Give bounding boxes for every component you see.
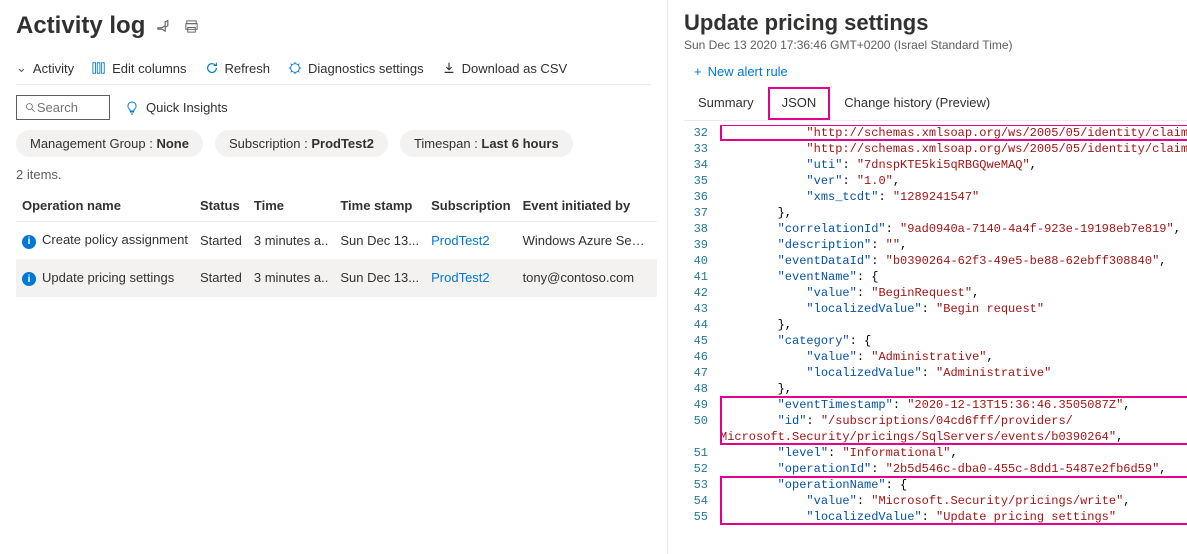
detail-title: Update pricing settings [684, 10, 1187, 36]
activity-dropdown[interactable]: ⌄Activity [16, 60, 74, 76]
quick-insights-button[interactable]: Quick Insights [124, 100, 228, 116]
page-title: Activity log [16, 12, 145, 40]
tab-json[interactable]: JSON [768, 87, 831, 120]
activity-table: Operation name Status Time Time stamp Su… [16, 190, 657, 297]
info-icon: i [22, 235, 36, 249]
download-csv-button[interactable]: Download as CSV [442, 61, 568, 76]
new-alert-rule-button[interactable]: +New alert rule [694, 64, 1187, 79]
refresh-button[interactable]: Refresh [205, 61, 271, 76]
search-input[interactable] [16, 95, 110, 120]
chip-management-group[interactable]: Management Group : None [16, 130, 203, 157]
plus-icon: + [694, 64, 702, 79]
edit-columns-button[interactable]: Edit columns [92, 61, 186, 76]
toolbar: ⌄Activity Edit columns Refresh Diagnosti… [16, 52, 651, 85]
tab-change-history[interactable]: Change history (Preview) [830, 87, 1004, 120]
diagnostics-button[interactable]: Diagnostics settings [288, 61, 424, 76]
json-viewer[interactable]: 32 "http://schemas.xmlsoap.org/ws/2005/0… [684, 125, 1187, 525]
item-count: 2 items. [16, 167, 651, 182]
table-row[interactable]: iUpdate pricing settings Started 3 minut… [16, 259, 657, 297]
info-icon: i [22, 272, 36, 286]
detail-timestamp: Sun Dec 13 2020 17:36:46 GMT+0200 (Israe… [684, 38, 1187, 52]
chip-timespan[interactable]: Timespan : Last 6 hours [400, 130, 573, 157]
print-icon[interactable] [184, 19, 199, 34]
lightbulb-icon [124, 100, 140, 116]
pin-icon[interactable] [157, 19, 172, 34]
table-row[interactable]: iCreate policy assignment Started 3 minu… [16, 222, 657, 260]
search-icon [25, 101, 37, 115]
tab-summary[interactable]: Summary [684, 87, 768, 120]
chip-subscription[interactable]: Subscription : ProdTest2 [215, 130, 388, 157]
